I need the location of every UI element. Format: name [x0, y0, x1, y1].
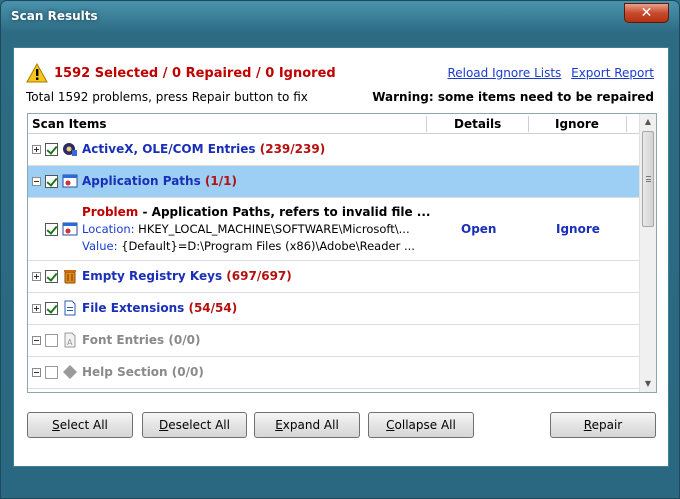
row-label: ActiveX, OLE/COM Entries (239/239): [82, 142, 326, 156]
row-label: File Extensions (54/54): [82, 301, 238, 315]
application-window-icon: [62, 174, 78, 188]
row-label: Help Section (0/0): [82, 365, 204, 379]
title-bar[interactable]: Scan Results ✕: [1, 1, 679, 33]
repair-warning-text: Warning: some items need to be repaired: [372, 90, 654, 104]
scrollbar-thumb[interactable]: [642, 131, 654, 227]
row-checkbox[interactable]: [45, 334, 58, 347]
scan-summary-headline: 1592 Selected / 0 Repaired / 0 Ignored: [54, 66, 336, 81]
column-divider[interactable]: [528, 116, 529, 132]
client-area: 1592 Selected / 0 Repaired / 0 Ignored R…: [13, 47, 669, 467]
problem-description: Problem - Application Paths, refers to i…: [82, 205, 431, 219]
expand-toggle[interactable]: [32, 145, 41, 154]
collapse-all-button[interactable]: Collapse All: [368, 412, 474, 438]
collapse-toggle[interactable]: [32, 336, 41, 345]
svg-text:A: A: [67, 338, 73, 347]
vertical-scrollbar[interactable]: ▲ ▼: [639, 114, 656, 392]
open-link[interactable]: Open: [461, 222, 496, 236]
problems-summary-text: Total 1592 problems, press Repair button…: [26, 90, 308, 104]
table-row-help-section[interactable]: Help Section (0/0): [28, 357, 639, 389]
collapse-toggle[interactable]: [32, 368, 41, 377]
deselect-all-button[interactable]: Deselect All: [142, 412, 247, 438]
scan-results-window: Scan Results ✕ 1592 Selected / 0 Repaire…: [0, 0, 680, 499]
scan-items-table: Scan Items Details Ignore ActiveX, OLE/C…: [27, 113, 657, 393]
reload-ignore-lists-link[interactable]: Reload Ignore Lists: [447, 66, 561, 80]
font-file-icon: A: [64, 332, 76, 348]
row-checkbox[interactable]: [45, 302, 58, 315]
table-header: Scan Items Details Ignore: [28, 114, 639, 134]
table-row-application-paths[interactable]: Application Paths (1/1): [28, 166, 639, 198]
file-document-icon: [64, 300, 76, 316]
problem-detail-row[interactable]: Problem - Application Paths, refers to i…: [28, 198, 639, 261]
row-checkbox[interactable]: [45, 175, 58, 188]
header-links: Reload Ignore Lists Export Report: [441, 66, 654, 80]
row-label: Empty Registry Keys (697/697): [82, 269, 292, 283]
row-label: Application Paths (1/1): [82, 174, 237, 188]
column-header-scan-items[interactable]: Scan Items: [32, 117, 107, 131]
export-report-link[interactable]: Export Report: [571, 66, 654, 80]
table-row-font-entries[interactable]: A Font Entries (0/0): [28, 325, 639, 357]
warning-icon: [26, 63, 48, 83]
column-divider[interactable]: [426, 116, 427, 132]
repair-button[interactable]: Repair: [550, 412, 656, 438]
select-all-button[interactable]: Select All: [27, 412, 133, 438]
activex-gear-icon: [63, 143, 77, 156]
expand-all-button[interactable]: Expand All: [254, 412, 360, 438]
grip-icon: [646, 176, 651, 182]
row-checkbox[interactable]: [45, 366, 58, 379]
window-title: Scan Results: [11, 9, 98, 23]
collapse-toggle[interactable]: [32, 177, 41, 186]
problem-value: Value: {Default}=D:\Program Files (x86)\…: [82, 239, 415, 253]
expand-toggle[interactable]: [32, 304, 41, 313]
close-button[interactable]: ✕: [624, 3, 669, 23]
help-diamond-icon: [63, 365, 77, 379]
close-icon: ✕: [640, 5, 653, 21]
table-row-activex[interactable]: ActiveX, OLE/COM Entries (239/239): [28, 134, 639, 166]
problem-location: Location: HKEY_LOCAL_MACHINE\SOFTWARE\Mi…: [82, 222, 410, 236]
problem-checkbox[interactable]: [45, 223, 58, 236]
scroll-down-arrow-icon[interactable]: ▼: [640, 376, 656, 392]
row-label: Font Entries (0/0): [82, 333, 201, 347]
table-row-file-extensions[interactable]: File Extensions (54/54): [28, 293, 639, 325]
application-window-icon: [62, 222, 78, 236]
column-header-ignore[interactable]: Ignore: [555, 117, 599, 131]
scroll-up-arrow-icon[interactable]: ▲: [640, 114, 656, 130]
table-row-empty-registry-keys[interactable]: Empty Registry Keys (697/697): [28, 261, 639, 293]
row-checkbox[interactable]: [45, 270, 58, 283]
trash-bin-icon: [64, 270, 76, 284]
column-divider[interactable]: [626, 116, 627, 132]
column-header-details[interactable]: Details: [454, 117, 501, 131]
row-checkbox[interactable]: [45, 143, 58, 156]
expand-toggle[interactable]: [32, 272, 41, 281]
ignore-link[interactable]: Ignore: [556, 222, 600, 236]
